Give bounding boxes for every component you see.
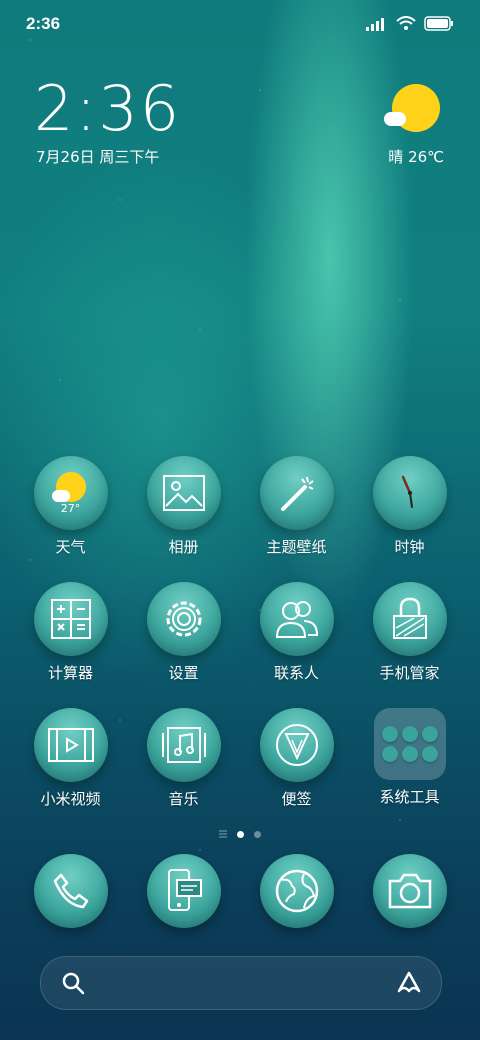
app-music[interactable]: 音乐 [127,708,240,809]
phone-icon [53,873,88,909]
app-contacts[interactable]: 联系人 [240,582,353,683]
dock-browser[interactable] [240,854,353,928]
search-icon [62,972,85,995]
status-bar: 2:36 [0,0,480,50]
app-settings[interactable]: 设置 [127,582,240,683]
page-dot [254,830,261,838]
app-label: 天气 [55,538,86,556]
app-calculator[interactable]: 计算器 [14,582,127,683]
gear-icon [166,601,201,637]
app-security[interactable]: 手机管家 [353,582,466,683]
page-indicator[interactable] [0,830,480,838]
cloud-icon [384,112,406,126]
wifi-icon [396,16,416,30]
app-weather[interactable]: 27° 天气 [14,456,127,557]
app-themes[interactable]: 主题壁纸 [240,456,353,557]
app-video[interactable]: 小米视频 [14,708,127,809]
contacts-icon [275,601,318,638]
dock-camera[interactable] [353,854,466,928]
app-label: 时钟 [394,538,425,556]
menu-lines-icon [219,830,227,838]
app-label: 小米视频 [40,790,101,808]
calculator-icon [50,599,91,639]
camera-icon [388,873,431,909]
app-label: 主题壁纸 [266,538,327,556]
app-notes[interactable]: 便签 [240,708,353,809]
magic-wand-icon [280,476,314,511]
app-label: 系统工具 [379,788,440,806]
gallery-icon [162,475,205,511]
app-gallery[interactable]: 相册 [127,456,240,557]
clock-icon [401,475,413,508]
weather-temp: 27° [60,502,81,515]
page-dot-active [237,830,244,838]
folder-icon [373,708,446,780]
app-label: 相册 [168,538,199,556]
lock-icon [392,597,427,639]
clock-widget-time[interactable]: 2:36 [34,78,181,140]
battery-icon [424,16,453,31]
browser-icon [275,869,318,913]
app-label: 设置 [168,664,199,682]
messages-icon [167,869,202,911]
app-label: 音乐 [168,790,199,808]
weather-icon: 27° [48,470,94,516]
status-time: 2:36 [26,14,61,33]
app-clock[interactable]: 时钟 [353,456,466,557]
notes-icon [275,724,318,766]
signal-icon [366,17,384,31]
dock-messages[interactable] [127,854,240,928]
app-label: 便签 [281,790,312,808]
weather-widget-text: 晴 26℃ [388,148,444,166]
app-label: 手机管家 [379,664,440,682]
app-label: 联系人 [273,664,319,682]
clock-widget-date: 7月26日 周三下午 [36,148,160,166]
folder-system-tools[interactable]: 系统工具 [353,708,466,807]
video-icon [47,728,94,762]
search-bar[interactable] [40,956,442,1010]
music-icon [161,727,206,763]
dock-phone[interactable] [14,854,127,928]
app-label: 计算器 [47,664,93,682]
assistant-icon[interactable] [395,969,423,995]
